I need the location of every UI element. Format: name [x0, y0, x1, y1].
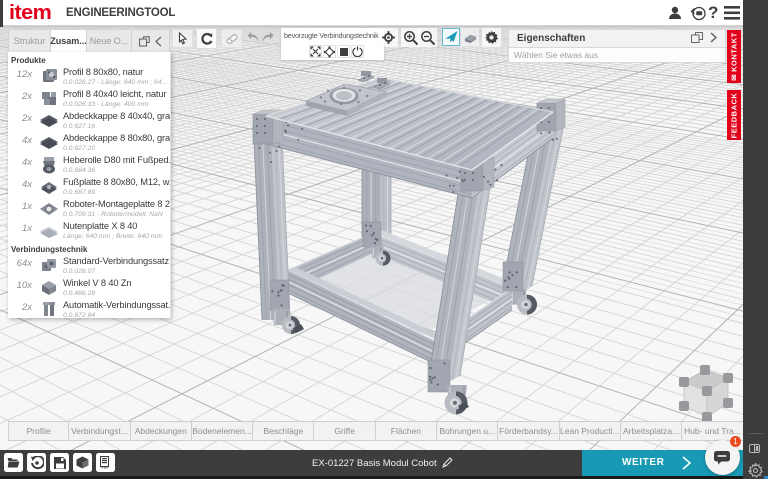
svg-text:PDF: PDF: [102, 466, 110, 469]
